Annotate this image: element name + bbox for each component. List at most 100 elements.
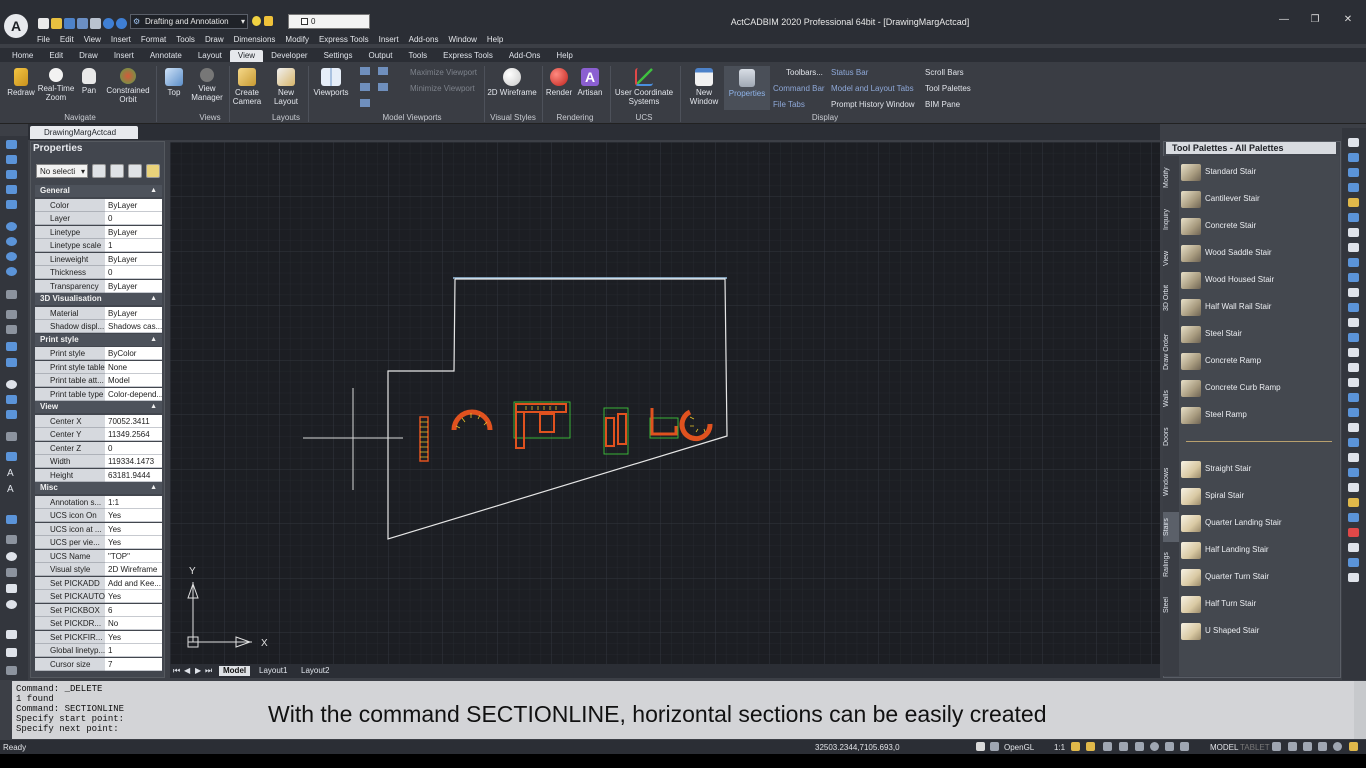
document-tab[interactable]: DrawingMargActcad [30, 126, 138, 139]
trace-tool-icon[interactable] [6, 648, 17, 657]
tab-nav-first-icon[interactable]: ⏮ [173, 666, 180, 676]
property-row[interactable]: Linetype ByLayer [35, 225, 162, 240]
render-button[interactable]: Render [544, 68, 574, 97]
clean-screen-icon[interactable] [1349, 742, 1358, 751]
helix-tool-icon[interactable] [6, 600, 17, 609]
property-row[interactable]: UCS icon at ... Yes [35, 522, 162, 537]
property-value[interactable]: No [105, 617, 162, 630]
tab-view[interactable]: View [229, 50, 264, 62]
osnap-icon[interactable] [1150, 742, 1159, 751]
property-row[interactable]: Print style ByColor [35, 347, 162, 361]
property-row[interactable]: Linetype scale 1 [35, 239, 162, 253]
tablet-label[interactable]: TABLET [1240, 743, 1270, 752]
viewports-button[interactable]: Viewports [310, 68, 352, 97]
user-coordinate-systems-button[interactable]: User Coordinate Systems [612, 68, 676, 106]
isolate-icon[interactable] [1318, 742, 1327, 751]
wipeout-tool-icon[interactable] [6, 410, 17, 419]
modify-tool-icon[interactable] [1348, 303, 1359, 312]
modify-tool-icon[interactable] [1348, 393, 1359, 402]
property-value[interactable]: ByLayer [105, 306, 162, 320]
viewport-small-icon-3[interactable] [360, 83, 370, 91]
constrained-orbit-button[interactable]: Constrained Orbit [104, 68, 152, 104]
property-row[interactable]: Visual style 2D Wireframe [35, 563, 162, 577]
property-row[interactable]: Global linetyp... 1 [35, 644, 162, 658]
polyline-tool-icon[interactable] [6, 155, 17, 164]
app-logo[interactable]: A [4, 14, 28, 38]
tab-layout1[interactable]: Layout1 [255, 666, 291, 676]
property-row[interactable]: Set PICKBOX 6 [35, 603, 162, 618]
select-objects-icon[interactable] [110, 164, 124, 178]
artisan-button[interactable]: A Artisan [574, 68, 606, 97]
palette-tab[interactable]: Doors [1163, 422, 1179, 452]
palette-tab[interactable]: Draw Order [1163, 326, 1179, 378]
properties-section-header[interactable]: Print style ▲ [35, 333, 162, 346]
property-row[interactable]: Set PICKAUTO Yes [35, 590, 162, 604]
auto-scale-icon[interactable] [1086, 742, 1095, 751]
menu-add-ons[interactable]: Add-ons [404, 34, 444, 46]
palette-tool-item[interactable]: Half Landing Stair [1181, 540, 1331, 560]
property-row[interactable]: Center Z0 [35, 441, 162, 456]
property-value[interactable]: "TOP" [105, 549, 162, 563]
modify-tool-icon[interactable] [1348, 513, 1359, 522]
property-value[interactable]: Yes [105, 536, 162, 549]
model-layout-tabs-link[interactable]: Model and Layout Tabs [831, 84, 914, 93]
palette-tab[interactable]: Inquiry [1163, 200, 1179, 238]
revcloud-tool-icon[interactable] [6, 267, 17, 276]
redraw-button[interactable]: Redraw [4, 68, 38, 97]
mtext-tool-icon[interactable]: A [7, 484, 14, 495]
property-row[interactable]: Cursor size 7 [35, 657, 162, 672]
tab-express-tools[interactable]: Express Tools [435, 50, 501, 62]
property-value[interactable]: None [105, 360, 162, 374]
property-value[interactable]: 70052.3411 [105, 414, 162, 428]
command-bar-link[interactable]: Command Bar [773, 84, 825, 93]
property-row[interactable]: Set PICKFIR... Yes [35, 630, 162, 645]
display-panel-label[interactable]: Display [800, 113, 850, 122]
modify-tool-icon[interactable] [1348, 168, 1359, 177]
menu-window[interactable]: Window [443, 34, 481, 46]
modify-tool-icon[interactable] [1348, 258, 1359, 267]
properties-button[interactable]: Properties [724, 66, 770, 110]
polar-icon[interactable] [1135, 742, 1144, 751]
modify-tool-icon[interactable] [1348, 453, 1359, 462]
property-row[interactable]: Set PICKADD Add and Kee... [35, 576, 162, 591]
point-tool-icon[interactable] [6, 290, 17, 299]
table-tool-icon[interactable] [6, 395, 17, 404]
tab-help[interactable]: Help [548, 50, 580, 62]
property-row[interactable]: Transparency ByLayer [35, 279, 162, 294]
toolbars-link[interactable]: Toolbars... [786, 68, 823, 77]
ellipse-tool-icon[interactable] [6, 252, 17, 261]
polygon-tool-icon[interactable] [6, 342, 17, 351]
property-value[interactable]: 6 [105, 603, 162, 617]
modify-tool-icon[interactable] [1348, 528, 1359, 537]
property-value[interactable]: Yes [105, 509, 162, 522]
palette-tool-item[interactable]: Half Turn Stair [1181, 594, 1331, 614]
insert-tool-icon[interactable] [6, 515, 17, 524]
properties-section-header[interactable]: View ▲ [35, 401, 162, 413]
palette-tab[interactable]: 3D Orbit [1163, 278, 1179, 318]
boundary-tool-icon[interactable] [6, 568, 17, 577]
property-row[interactable]: Height 63181.9444 [35, 468, 162, 483]
modify-tool-icon[interactable] [1348, 183, 1359, 192]
menu-express-tools[interactable]: Express Tools [314, 34, 374, 46]
undo-icon[interactable] [103, 17, 114, 29]
modify-tool-icon[interactable] [1348, 288, 1359, 297]
redo-icon[interactable] [116, 17, 127, 29]
property-value[interactable]: Shadows cas... [105, 320, 162, 333]
tab-nav-prev-icon[interactable]: ◀ [184, 666, 190, 675]
property-row[interactable]: UCS icon On Yes [35, 509, 162, 523]
annotation-visibility-icon[interactable] [1071, 742, 1080, 751]
realtime-zoom-button[interactable]: Real-Time Zoom [36, 68, 76, 102]
palette-tool-item[interactable]: Quarter Turn Stair [1181, 567, 1331, 587]
palette-tool-item[interactable]: Cantilever Stair [1181, 189, 1331, 209]
modify-tool-icon[interactable] [1348, 333, 1359, 342]
otrack-icon[interactable] [1165, 742, 1174, 751]
tab-settings[interactable]: Settings [316, 50, 361, 62]
restore-icon[interactable]: ❐ [1305, 14, 1325, 25]
menu-insert-2[interactable]: Insert [374, 34, 404, 46]
tab-annotate[interactable]: Annotate [142, 50, 190, 62]
scroll-bars-link[interactable]: Scroll Bars [925, 68, 964, 77]
tab-developer[interactable]: Developer [263, 50, 315, 62]
palette-tool-item[interactable]: Spiral Stair [1181, 486, 1331, 506]
modify-tool-icon[interactable] [1348, 318, 1359, 327]
saveas-icon[interactable] [77, 17, 88, 29]
